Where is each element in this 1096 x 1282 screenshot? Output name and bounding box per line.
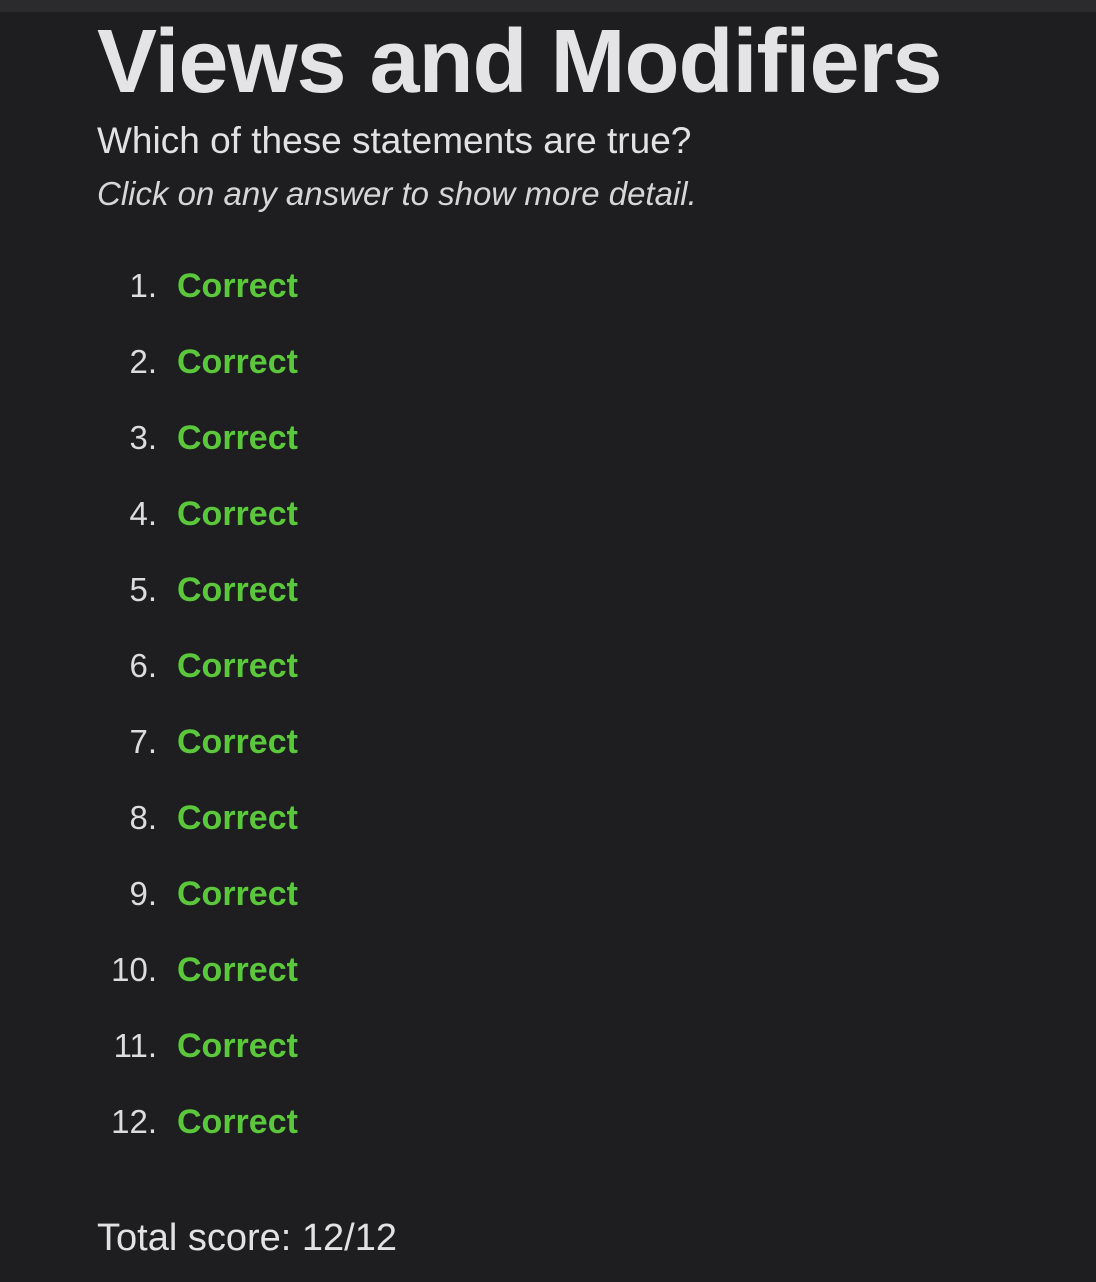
answer-number: 9. bbox=[129, 875, 157, 912]
answer-result-link[interactable]: Correct bbox=[177, 1103, 298, 1142]
answer-number: 7. bbox=[129, 723, 157, 760]
answer-item[interactable]: 1. Correct bbox=[97, 248, 1057, 324]
answer-item[interactable]: 11. Correct bbox=[97, 1008, 1057, 1084]
answer-item[interactable]: 8. Correct bbox=[97, 780, 1057, 856]
answer-item[interactable]: 7. Correct bbox=[97, 704, 1057, 780]
total-score: Total score: 12/12 bbox=[97, 1217, 397, 1259]
answer-item[interactable]: 4. Correct bbox=[97, 476, 1057, 552]
answer-result-link[interactable]: Correct bbox=[177, 875, 298, 914]
answer-number: 8. bbox=[129, 799, 157, 836]
answer-item[interactable]: 10. Correct bbox=[97, 932, 1057, 1008]
answer-number: 6. bbox=[129, 647, 157, 684]
answer-item[interactable]: 6. Correct bbox=[97, 628, 1057, 704]
answer-result-link[interactable]: Correct bbox=[177, 647, 298, 686]
answer-item[interactable]: 9. Correct bbox=[97, 856, 1057, 932]
quiz-results: Views and Modifiers Which of these state… bbox=[97, 12, 1057, 1160]
answer-result-link[interactable]: Correct bbox=[177, 419, 298, 458]
instruction-text: Click on any answer to show more detail. bbox=[97, 175, 697, 212]
answer-result-link[interactable]: Correct bbox=[177, 723, 298, 762]
page-title: Views and Modifiers bbox=[97, 12, 943, 112]
answer-number: 1. bbox=[129, 267, 157, 304]
answer-number: 3. bbox=[129, 419, 157, 456]
answer-result-link[interactable]: Correct bbox=[177, 951, 298, 990]
answer-list: 1. Correct 2. Correct 3. Correct 4. Corr… bbox=[97, 248, 1057, 1160]
answer-item[interactable]: 3. Correct bbox=[97, 400, 1057, 476]
answer-result-link[interactable]: Correct bbox=[177, 571, 298, 610]
answer-number: 5. bbox=[129, 571, 157, 608]
answer-result-link[interactable]: Correct bbox=[177, 267, 298, 306]
answer-result-link[interactable]: Correct bbox=[177, 799, 298, 838]
question-text: Which of these statements are true? bbox=[97, 120, 692, 161]
answer-number: 12. bbox=[111, 1103, 157, 1140]
answer-number: 11. bbox=[113, 1027, 157, 1064]
answer-number: 10. bbox=[111, 951, 157, 988]
answer-result-link[interactable]: Correct bbox=[177, 343, 298, 382]
answer-item[interactable]: 2. Correct bbox=[97, 324, 1057, 400]
top-bar bbox=[0, 0, 1096, 12]
answer-number: 2. bbox=[129, 343, 157, 380]
answer-item[interactable]: 5. Correct bbox=[97, 552, 1057, 628]
answer-result-link[interactable]: Correct bbox=[177, 1027, 298, 1066]
answer-result-link[interactable]: Correct bbox=[177, 495, 298, 534]
answer-number: 4. bbox=[129, 495, 157, 532]
answer-item[interactable]: 12. Correct bbox=[97, 1084, 1057, 1160]
